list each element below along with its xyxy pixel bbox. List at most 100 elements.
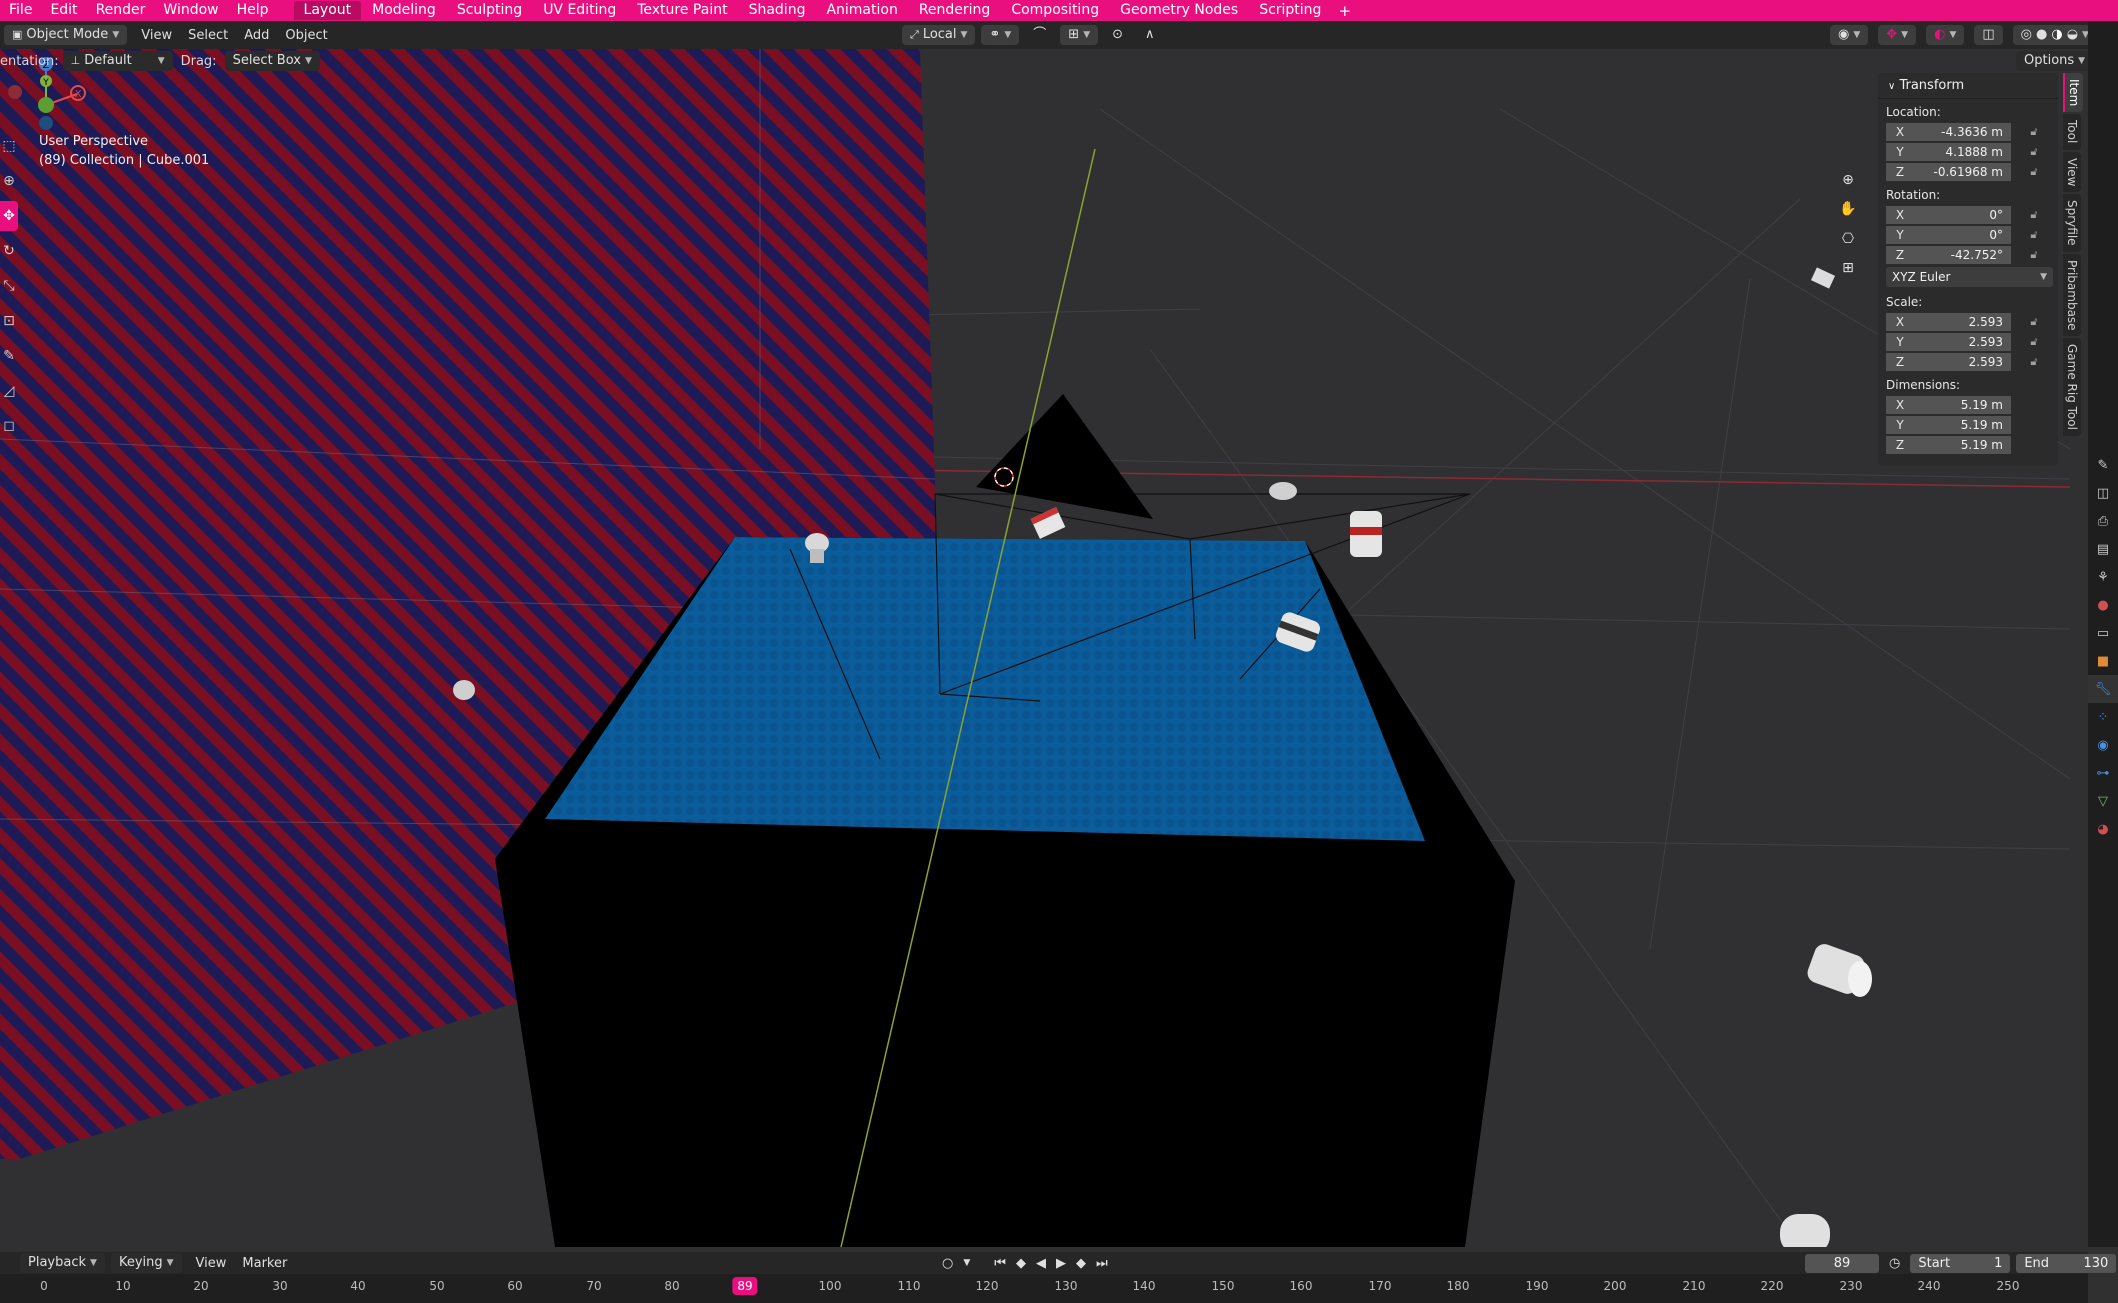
transform-panel-header[interactable]: ∨ Transform [1878,73,2058,99]
play-reverse-icon[interactable]: ◀ [1032,1256,1050,1271]
prev-keyframe-icon[interactable]: ◆ [1012,1256,1030,1271]
timeline-marker-menu[interactable]: Marker [234,1256,295,1271]
lock-icon[interactable]: 🔓︎ [2024,335,2044,349]
lock-icon[interactable]: 🔓︎ [2024,165,2044,179]
tab-animation[interactable]: Animation [816,1,907,20]
view-layer-properties-icon[interactable]: ▤ [2088,535,2118,563]
menu-help[interactable]: Help [228,0,278,21]
sidebar-tab-view[interactable]: View [2063,151,2081,193]
dimensions-y-field[interactable]: Y 5.19 m [1886,415,2011,435]
dimensions-z-field[interactable]: Z 5.19 m [1886,435,2011,455]
proportional-edit-toggle[interactable]: ⊙ [1104,25,1131,45]
rotation-x-field[interactable]: X 0° [1886,205,2011,225]
drag-dropdown[interactable]: Select Box ▼ [224,51,320,71]
zoom-button[interactable]: ⊕ [1835,167,1861,193]
menu-object[interactable]: Object [277,28,335,43]
playhead[interactable]: 89 [732,1277,758,1295]
sidebar-tab-tool[interactable]: Tool [2063,114,2081,150]
pan-button[interactable]: ✋ [1835,196,1861,222]
rotation-z-field[interactable]: Z -42.752° [1886,245,2011,265]
shading-mode-buttons[interactable]: ◎ ● ◑ ◒ ▼ [2012,25,2097,45]
tab-rendering[interactable]: Rendering [909,1,1001,20]
tab-scripting[interactable]: Scripting [1249,1,1331,20]
lock-icon[interactable]: 🔓︎ [2024,208,2044,222]
material-properties-icon[interactable]: ◕ [2088,815,2118,843]
lock-icon[interactable]: 🔓︎ [2024,145,2044,159]
sidebar-tab-pribambase[interactable]: Pribambase [2063,253,2081,337]
start-frame-field[interactable]: Start 1 [1910,1253,2011,1273]
transform-orientation-dropdown[interactable]: ⤢ Local ▼ [902,25,976,45]
rendered-shading-icon[interactable]: ◒ [2067,25,2078,45]
add-workspace-button[interactable]: + [1332,2,1357,20]
add-cube-tool[interactable]: ◻ [0,411,18,441]
wireframe-shading-icon[interactable]: ◎ [2021,25,2032,45]
cursor-tool[interactable]: ⊕ [0,166,18,196]
scale-z-field[interactable]: Z 2.593 [1886,352,2011,372]
menu-file[interactable]: File [0,0,41,21]
menu-window[interactable]: Window [154,0,227,21]
camera-view-button[interactable]: ⎔ [1835,226,1861,252]
tab-layout[interactable]: Layout [293,1,362,20]
render-properties-icon[interactable]: ◫ [2088,479,2118,507]
lock-icon[interactable]: 🔓︎ [2024,248,2044,262]
falloff-dropdown[interactable]: ∧ [1137,25,1163,45]
lock-icon[interactable]: 🔓︎ [2024,125,2044,139]
rotation-mode-dropdown[interactable]: XYZ Euler ▼ [1886,267,2053,287]
overlay-toggle[interactable]: ◐ ▼ [1926,25,1965,45]
sidebar-tab-item[interactable]: Item [2063,73,2083,113]
object-properties-icon[interactable]: ■ [2088,647,2118,675]
snap-toggle[interactable]: ⌒ [1025,25,1054,45]
lock-icon[interactable]: 🔓︎ [2024,228,2044,242]
chevron-down-icon[interactable]: ▼ [959,1258,974,1268]
scale-y-field[interactable]: Y 2.593 [1886,332,2011,352]
rotation-y-field[interactable]: Y 0° [1886,225,2011,245]
next-keyframe-icon[interactable]: ◆ [1072,1256,1090,1271]
move-tool[interactable]: ✥ [0,201,18,231]
collection-properties-icon[interactable]: ▭ [2088,619,2118,647]
record-icon[interactable]: ○ [938,1256,957,1271]
timeline-view-menu[interactable]: View [188,1256,235,1271]
particles-properties-icon[interactable]: ⁘ [2088,703,2118,731]
tab-uv-editing[interactable]: UV Editing [533,1,626,20]
data-properties-icon[interactable]: ▽ [2088,787,2118,815]
options-dropdown[interactable]: Options ▼ [2016,51,2094,71]
jump-start-icon[interactable]: ⏮ [990,1256,1010,1271]
stopwatch-icon[interactable]: ◷ [1885,1256,1904,1271]
physics-properties-icon[interactable]: ◉ [2088,731,2118,759]
sidebar-tab-game-rig-tool[interactable]: Game Rig Tool [2063,338,2081,437]
xray-toggle[interactable]: ◫ [1974,25,2003,45]
modifier-properties-icon[interactable]: 🔧︎ [2088,675,2118,703]
location-y-field[interactable]: Y 4.1888 m [1886,142,2011,162]
menu-render[interactable]: Render [87,0,155,21]
scale-tool[interactable]: ⤡ [0,271,18,301]
location-x-field[interactable]: X -4.3636 m [1886,122,2011,142]
sidebar-tab-spryfile[interactable]: Spryfile [2063,194,2081,252]
measure-tool[interactable]: ◿ [0,376,18,406]
scale-x-field[interactable]: X 2.593 [1886,312,2011,332]
jump-end-icon[interactable]: ⏭ [1092,1256,1112,1271]
keying-menu[interactable]: Keying ▼ [110,1253,182,1273]
lock-icon[interactable]: 🔓︎ [2024,315,2044,329]
tab-shading[interactable]: Shading [739,1,816,20]
tool-properties-icon[interactable]: ✎ [2088,451,2118,479]
material-shading-icon[interactable]: ◑ [2051,25,2062,45]
annotate-tool[interactable]: ✎ [0,341,18,371]
visibility-dropdown[interactable]: ◉ ▼ [1830,25,1869,45]
rotate-tool[interactable]: ↻ [0,236,18,266]
orientation-dropdown[interactable]: ⊥ Default ▼ [62,51,173,71]
scene-properties-icon[interactable]: ⚘ [2088,563,2118,591]
tab-texture-paint[interactable]: Texture Paint [627,1,737,20]
ortho-toggle-button[interactable]: ⊞ [1835,255,1861,281]
pivot-point-dropdown[interactable]: ⚭ ▼ [981,25,1020,45]
tab-compositing[interactable]: Compositing [1001,1,1109,20]
location-z-field[interactable]: Z -0.61968 m [1886,162,2011,182]
lock-icon[interactable]: 🔓︎ [2024,355,2044,369]
tab-geometry-nodes[interactable]: Geometry Nodes [1110,1,1248,20]
dimensions-x-field[interactable]: X 5.19 m [1886,395,2011,415]
menu-view[interactable]: View [133,28,180,43]
tab-modeling[interactable]: Modeling [362,1,446,20]
end-frame-field[interactable]: End 130 [2016,1253,2117,1273]
menu-add[interactable]: Add [236,28,277,43]
playback-menu[interactable]: Playback ▼ [20,1253,105,1273]
timeline-ruler[interactable]: 0 10 20 30 40 50 60 70 80 89 100 110 120… [0,1274,2088,1303]
